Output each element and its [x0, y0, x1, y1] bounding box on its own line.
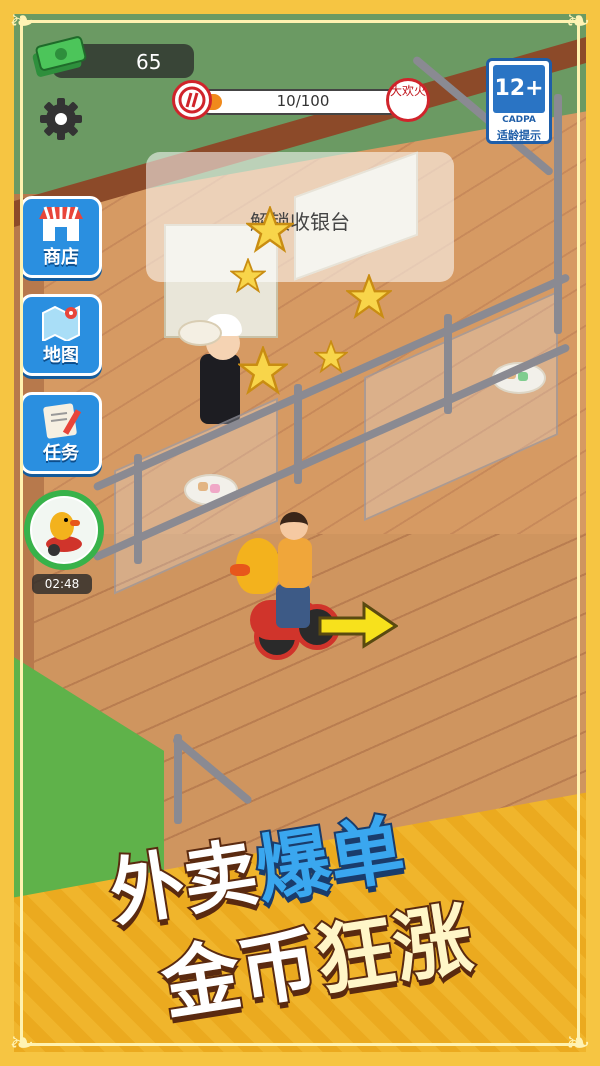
star-icon: [346, 274, 392, 320]
chef-body: [200, 354, 240, 424]
age-rating-badge: 12+ CADPA 适龄提示: [486, 58, 552, 144]
corner-ornament-icon: ❧: [9, 4, 35, 39]
unlock-cashier-text: 解锁收银台: [250, 210, 350, 234]
rooster-scooter-icon: [32, 498, 96, 562]
bonus-timer: 02:48: [32, 574, 92, 594]
no-entry-badge-icon: [172, 80, 212, 120]
rider-body: [278, 538, 312, 588]
rider-legs: [276, 584, 310, 628]
unlock-cashier-panel[interactable]: 解锁收银台: [146, 152, 454, 282]
task-icon: [43, 403, 82, 439]
corner-ornament-icon: ❧: [9, 1026, 35, 1061]
star-icon: [314, 340, 348, 374]
railing-post: [554, 94, 562, 334]
settings-gear-icon[interactable]: [38, 96, 84, 142]
corner-ornament-icon: ❧: [565, 4, 591, 39]
age-rating-label: 适龄提示: [497, 129, 541, 142]
chicken-beak: [230, 564, 250, 576]
progress-text: 10/100: [276, 92, 330, 110]
task-button[interactable]: 任务: [20, 392, 102, 474]
age-rating: 12+: [493, 65, 545, 113]
map-button[interactable]: 地图: [20, 294, 102, 376]
star-icon: [246, 206, 294, 254]
bonus-timer-button[interactable]: [24, 490, 104, 570]
level-progress: 10/100 大欢火: [172, 78, 430, 122]
map-icon: [42, 305, 80, 341]
brand-badge: 大欢火: [386, 78, 430, 122]
star-icon: [230, 258, 266, 294]
corner-ornament-icon: ❧: [565, 1026, 591, 1061]
progress-track: 10/100: [198, 89, 408, 115]
star-icon: [238, 346, 288, 396]
direction-arrow-icon: [318, 601, 398, 649]
shop-button[interactable]: 商店: [20, 196, 102, 278]
shop-icon: [39, 206, 83, 241]
rider-head: [280, 512, 308, 540]
food-plate: [178, 320, 222, 346]
map-label: 地图: [43, 345, 79, 366]
railing-post: [444, 314, 452, 414]
headline-2-yellow: 狂涨: [308, 892, 480, 1009]
headline-2-white: 金币: [154, 916, 326, 1033]
shop-label: 商店: [43, 247, 79, 268]
railing-post: [294, 384, 302, 484]
task-label: 任务: [43, 443, 79, 464]
money-value: 65: [136, 50, 162, 74]
railing-post: [134, 454, 142, 564]
age-rating-org: CADPA: [502, 115, 536, 125]
